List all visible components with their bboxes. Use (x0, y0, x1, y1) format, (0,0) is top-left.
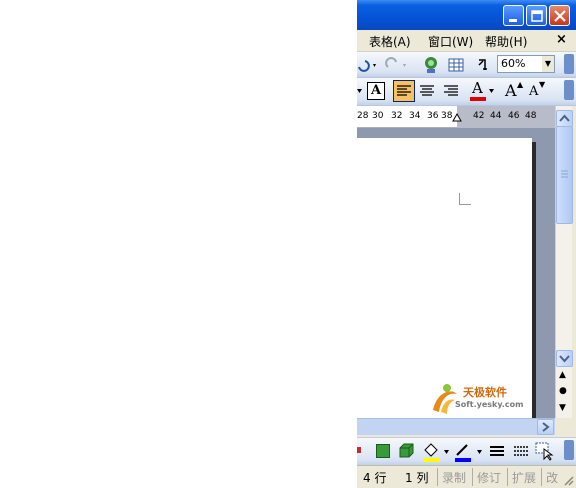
ruler-number: 36 (427, 111, 439, 121)
menu-window[interactable]: 窗口(W) (428, 33, 473, 50)
formatting-toolbar: A A A ▲ A ▼ (357, 78, 576, 106)
horizontal-scrollbar[interactable] (357, 418, 555, 435)
chevron-down-icon[interactable]: ▼ (542, 56, 554, 72)
page-shadow (532, 142, 536, 422)
minimize-icon (509, 19, 517, 22)
scroll-up-button[interactable] (556, 110, 573, 127)
shadow-icon[interactable] (376, 444, 390, 458)
standard-toolbar: 60% ▼ (357, 52, 576, 78)
next-page-icon[interactable]: ▼ (559, 403, 566, 413)
line-style-icon[interactable] (488, 442, 506, 460)
paragraph-icon[interactable] (475, 56, 493, 74)
ruler-number: 28 (357, 111, 369, 121)
watermark-name: 天极软件 (463, 386, 507, 399)
ruler-number: 32 (391, 111, 403, 121)
document-close-button[interactable]: × (556, 32, 567, 47)
title-bar[interactable] (357, 0, 576, 30)
hyperlink-icon[interactable] (421, 55, 441, 75)
toolbar-options-icon[interactable] (564, 54, 574, 74)
status-extend[interactable]: 扩展 (512, 469, 536, 486)
toolbar-options-icon[interactable] (564, 440, 574, 460)
ruler-number: 46 (508, 111, 520, 121)
align-left-icon (397, 85, 411, 96)
table-icon[interactable] (447, 56, 465, 74)
watermark-logo: 天极软件 Soft.yesky.com (427, 380, 523, 420)
document-area: 天极软件 Soft.yesky.com (357, 128, 555, 428)
ruler-margin (457, 106, 555, 128)
select-object-icon[interactable] (534, 441, 554, 461)
close-button[interactable] (549, 5, 570, 26)
undo-icon[interactable] (357, 57, 379, 73)
line-color-icon[interactable] (453, 440, 475, 462)
grip-icon (561, 170, 568, 178)
chevron-right-icon (542, 422, 550, 432)
previous-page-icon[interactable]: ▲ (559, 370, 566, 380)
menu-bar: 表格(A) 窗口(W) 帮助(H) × (357, 30, 576, 52)
word-window: 表格(A) 窗口(W) 帮助(H) × 60% ▼ A A A ▲ A ▼ 28… (357, 0, 576, 488)
chevron-down-icon[interactable] (489, 87, 495, 95)
scroll-thumb[interactable] (556, 126, 573, 224)
logo-icon (433, 384, 457, 414)
document-page[interactable]: 天极软件 Soft.yesky.com (357, 138, 532, 428)
3d-icon[interactable] (397, 442, 415, 460)
ruler-number: 38 (441, 111, 453, 121)
align-right-icon[interactable] (441, 81, 461, 101)
drawing-toolbar (357, 437, 576, 465)
resize-grip-icon[interactable] (562, 474, 574, 486)
fill-color-icon[interactable] (421, 440, 443, 462)
redo-icon[interactable] (384, 57, 410, 73)
align-center-icon[interactable] (417, 81, 437, 101)
indent-marker-icon[interactable] (452, 112, 462, 122)
ruler-number: 44 (490, 111, 502, 121)
character-border-button[interactable]: A (367, 82, 385, 100)
chevron-down-icon[interactable] (444, 448, 450, 456)
grow-font-icon: A (505, 81, 517, 100)
text-boundary-mark (459, 193, 471, 205)
horizontal-ruler[interactable]: 28 30 32 34 36 38 42 44 46 48 (357, 106, 555, 128)
menu-help[interactable]: 帮助(H) (485, 33, 527, 50)
ruler-number: 34 (409, 111, 421, 121)
vertical-scrollbar[interactable]: ▲ ● ▼ (555, 106, 573, 418)
toolbar-options-icon[interactable] (564, 80, 574, 100)
font-color-icon: A (472, 79, 483, 97)
close-icon (554, 10, 566, 22)
chevron-up-icon (559, 114, 570, 122)
minimize-button[interactable] (503, 5, 524, 26)
zoom-value: 60% (501, 57, 526, 70)
chevron-down-icon[interactable] (357, 87, 363, 95)
maximize-icon (531, 10, 543, 22)
ruler-number: 48 (525, 111, 537, 121)
dash-style-icon[interactable] (512, 442, 530, 460)
shrink-font-icon: A (529, 84, 539, 99)
chevron-down-icon (559, 355, 570, 363)
align-left-button[interactable] (393, 80, 415, 102)
chevron-down-icon[interactable] (477, 448, 483, 456)
ruler-number: 30 (372, 111, 384, 121)
font-color-swatch (470, 97, 486, 101)
status-column: 1 列 (405, 471, 429, 485)
menu-table[interactable]: 表格(A) (369, 33, 411, 50)
maximize-button[interactable] (526, 5, 547, 26)
shrink-font-button[interactable]: A ▼ (527, 80, 549, 102)
status-overtype[interactable]: 改 (546, 469, 558, 486)
arrow-tool-icon[interactable] (357, 447, 361, 453)
font-color-button[interactable]: A (469, 79, 487, 103)
ruler-number: 42 (473, 111, 485, 121)
status-track-changes[interactable]: 修订 (477, 469, 501, 486)
grow-font-button[interactable]: A ▲ (503, 80, 525, 102)
watermark-url: Soft.yesky.com (455, 400, 524, 409)
zoom-select[interactable]: 60% ▼ (497, 55, 555, 73)
status-line: 4 行 (363, 471, 387, 485)
scroll-right-button[interactable] (537, 419, 554, 435)
select-browse-object-icon[interactable]: ● (559, 386, 567, 396)
status-record[interactable]: 录制 (442, 469, 466, 486)
status-bar: 4 行 1 列 录制 修订 扩展 改 (357, 465, 576, 488)
scroll-down-button[interactable] (556, 350, 573, 367)
